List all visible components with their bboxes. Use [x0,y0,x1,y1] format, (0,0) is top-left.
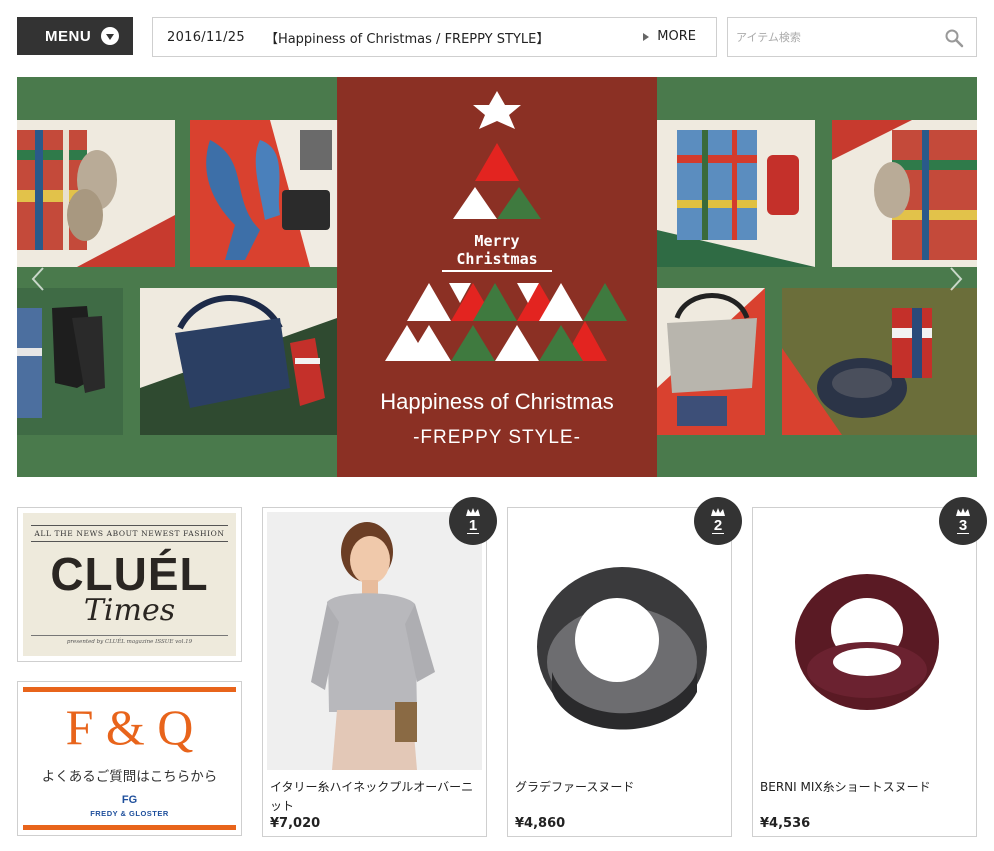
chevron-left-icon[interactable] [29,265,47,293]
faq-text: よくあるご質問はこちらから [41,769,218,785]
crown-icon [711,508,725,516]
cluel-banner-inner: ALL THE NEWS ABOUT NEWEST FASHION CLUÉL … [23,513,236,656]
product-price: ¥4,536 [760,816,811,831]
rank-number: 2 [711,517,725,534]
ranking-card[interactable]: 2 グラデファースヌード ¥4,860 [507,497,742,837]
hero-tile-leather-gloves [17,288,123,435]
hero-tile-blue-scarf [190,120,338,267]
ranking-card[interactable]: 1 イタリー糸ハイネックプルオーバーニット ¥7,020 [262,497,497,837]
hero-tile-navy-bag [140,288,337,435]
search-icon[interactable] [944,28,964,48]
fg-logo-text: FREDY & GLOSTER [90,809,169,818]
crown-icon [466,508,480,516]
rank-number: 3 [956,517,970,534]
faq-banner[interactable]: F & Q よくあるご質問はこちらから FG FREDY & GLOSTER [17,681,242,836]
search-input[interactable] [736,22,936,52]
product-image[interactable] [757,512,972,770]
product-price: ¥7,020 [270,816,321,831]
cluel-times-script: Times [83,593,176,628]
news-more-label: MORE [657,29,696,44]
christmas-tree-icon [385,91,627,361]
fg-logo: FG [121,794,138,806]
rank-badge: 1 [449,497,497,545]
product-name[interactable]: BERNI MIX糸ショートスヌード [760,778,970,797]
product-image[interactable] [267,512,482,770]
hero-tile-tartan-gloves [17,120,175,267]
chevron-down-icon [101,27,119,45]
product-name[interactable]: グラデファースヌード [515,778,725,797]
rank-number: 1 [466,517,480,534]
rank-badge: 2 [694,497,742,545]
hero-subtitle: -FREPPY STYLE- [413,427,581,448]
news-more-link[interactable]: MORE [643,29,696,44]
hero-slider[interactable]: Merry Christmas Happiness of Christmas -… [17,77,977,477]
news-date: 2016/11/25 [167,29,245,45]
divider [23,687,236,692]
menu-label: MENU [45,27,92,45]
rank-badge: 3 [939,497,987,545]
news-ticker[interactable]: 2016/11/25 【Happiness of Christmas / FRE… [152,17,717,57]
news-title[interactable]: 【Happiness of Christmas / FREPPY STYLE】 [265,28,549,47]
cluel-issue-text: presented by CLUÉL magazine ISSUE vol.19 [31,635,228,645]
product-price: ¥4,860 [515,816,566,831]
cluel-tagline: ALL THE NEWS ABOUT NEWEST FASHION [31,525,228,542]
hero-tile-plaid-muffler [657,120,815,267]
hero-merry-line2: Christmas [456,250,538,268]
product-name[interactable]: イタリー糸ハイネックプルオーバーニット [270,778,480,816]
hero-merry-christmas: Merry Christmas [337,232,657,272]
hero-center-panel: Merry Christmas Happiness of Christmas -… [337,77,657,477]
faq-title: F & Q [65,699,194,755]
hero-merry-line1: Merry [474,232,520,250]
divider [23,825,236,830]
hero-tile-snood-mittens [782,288,977,435]
product-image[interactable] [512,512,727,770]
cluel-times-banner[interactable]: ALL THE NEWS ABOUT NEWEST FASHION CLUÉL … [17,507,242,662]
search-box [727,17,977,57]
chevron-right-icon[interactable] [947,265,965,293]
hero-tile-tweed-bag [657,288,765,435]
hero-title: Happiness of Christmas [380,389,614,414]
hero-merry-underline [442,270,552,272]
hero-tile-tartan-fur [832,120,977,267]
menu-button[interactable]: MENU [17,17,133,55]
ranking-card[interactable]: 3 BERNI MIX糸ショートスヌード ¥4,536 [752,497,987,837]
faq-banner-inner: F & Q よくあるご質問はこちらから FG FREDY & GLOSTER [23,687,236,830]
play-arrow-icon [643,32,650,41]
crown-icon [956,508,970,516]
